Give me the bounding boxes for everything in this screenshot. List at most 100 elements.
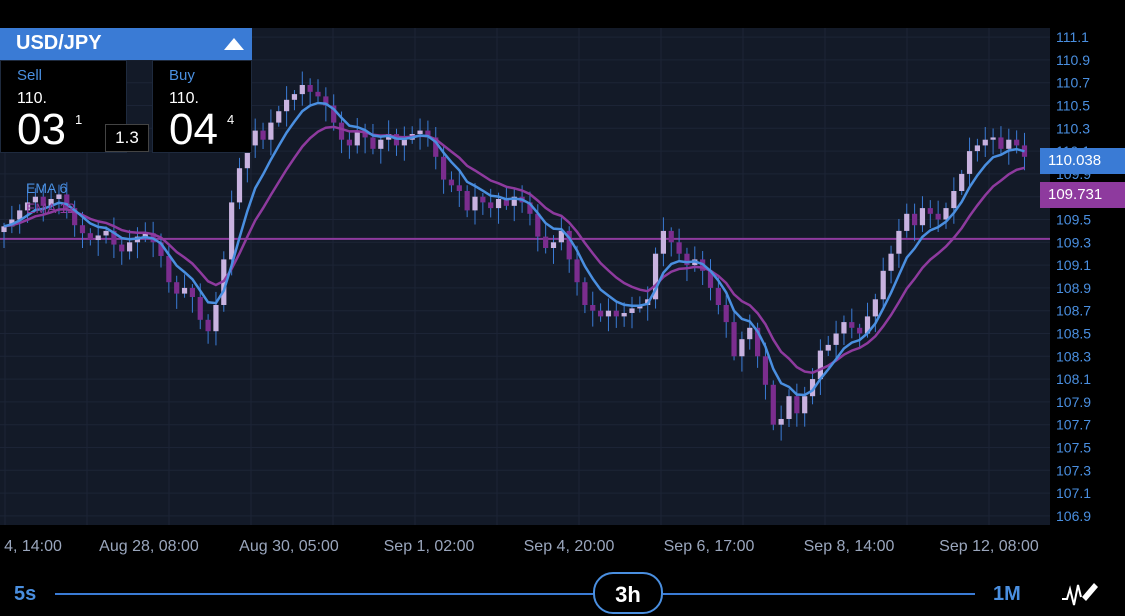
candle-body: [197, 297, 203, 320]
candle-body: [747, 327, 753, 340]
candle-body: [621, 312, 627, 317]
price-axis-label: 108.3: [1056, 348, 1091, 364]
candle-body: [998, 137, 1004, 149]
candle-body: [378, 139, 384, 149]
symbol-header[interactable]: USD/JPY: [0, 28, 252, 60]
candle-body: [896, 230, 902, 254]
candle-body: [543, 236, 549, 249]
time-axis-label: Sep 4, 20:00: [524, 538, 615, 555]
current-price-value: 110.038: [1048, 152, 1102, 169]
candle-body: [354, 130, 360, 146]
price-axis-label: 110.3: [1056, 120, 1090, 136]
candle-body: [888, 253, 894, 271]
price-axis-label: 109.1: [1056, 257, 1091, 273]
candle-body: [833, 333, 839, 345]
candle-body: [103, 230, 109, 236]
price-axis-label: 111.1: [1056, 29, 1089, 45]
candle-body: [660, 230, 666, 254]
candle-body: [912, 213, 918, 226]
price-axis-label: 109.3: [1056, 234, 1091, 250]
candle-body: [794, 396, 800, 414]
ema-fast-label: EMA 6: [26, 180, 68, 196]
timeframe-current-label: 3h: [615, 582, 641, 607]
time-axis-label: Sep 8, 14:00: [804, 538, 895, 555]
current-price-tag: 110.038: [1040, 148, 1125, 174]
candle-body: [338, 122, 345, 140]
candle-body: [166, 255, 172, 283]
candle-body: [488, 202, 494, 209]
timeframe-slider-track-left[interactable]: [55, 593, 593, 595]
candle-body: [291, 94, 298, 100]
time-axis-label: 4, 14:00: [4, 538, 62, 555]
buy-price-pip: 4: [227, 112, 235, 127]
timeframe-max-label[interactable]: 1M: [993, 583, 1021, 606]
buy-panel[interactable]: Buy 110. 04 4: [152, 60, 252, 153]
sell-price-big: 03: [17, 105, 66, 154]
candle-body: [441, 156, 447, 180]
candle-body: [715, 287, 721, 305]
candle-body: [346, 139, 352, 146]
candle-body: [1014, 139, 1020, 146]
candle-body: [613, 310, 619, 317]
candle-body: [472, 196, 478, 211]
price-axis-label: 108.1: [1056, 371, 1091, 387]
buy-price-big: 04: [169, 105, 218, 154]
candle-body: [974, 145, 980, 152]
sell-price-pip: 1: [75, 112, 83, 127]
timeframe-min-label[interactable]: 5s: [14, 583, 36, 606]
candle-body: [919, 208, 926, 226]
price-axis-label: 108.7: [1056, 303, 1091, 319]
price-axis-label: 110.9: [1056, 52, 1090, 68]
timeframe-slider-track-right[interactable]: [663, 593, 975, 595]
candle-body: [213, 304, 219, 332]
candle-body: [417, 130, 423, 135]
price-axis-label: 110.5: [1056, 98, 1090, 114]
candle-body: [762, 356, 769, 385]
candle-body: [299, 84, 305, 95]
candle-body: [189, 287, 195, 298]
candle-body: [786, 396, 792, 419]
candle-body: [260, 130, 266, 140]
candle-body: [79, 225, 86, 234]
price-axis-label: 107.7: [1056, 417, 1091, 433]
candle-body: [370, 137, 376, 149]
candle-body: [276, 111, 282, 123]
spread-value: 1.3: [105, 124, 149, 152]
time-axis-label: Aug 28, 08:00: [99, 538, 199, 555]
timeframe-slider-thumb[interactable]: 3h: [593, 572, 663, 614]
candle-body: [284, 99, 290, 112]
price-axis-label: 107.9: [1056, 394, 1091, 410]
candle-body: [236, 168, 243, 203]
candle-body: [668, 230, 674, 243]
price-axis-label: 110.7: [1056, 75, 1090, 91]
ema-slow-price-tag: 109.731: [1040, 182, 1125, 208]
time-axis-label: Aug 30, 05:00: [239, 538, 339, 555]
candle-body: [904, 213, 910, 231]
candle-body: [582, 282, 588, 305]
candle-body: [951, 191, 957, 209]
candle-body: [966, 151, 973, 174]
candle-body: [174, 282, 180, 294]
price-axis-label: 108.9: [1056, 280, 1091, 296]
candle-body: [1006, 139, 1012, 149]
candle-body: [943, 208, 949, 220]
drawing-tool-icon[interactable]: [1060, 577, 1100, 607]
candle-body: [456, 185, 462, 192]
candle-body: [802, 396, 808, 414]
candle-body: [723, 304, 729, 323]
candle-body: [598, 310, 604, 317]
candle-body: [959, 173, 965, 192]
candle-body: [268, 122, 274, 140]
candle-body: [990, 137, 996, 140]
candle-body: [127, 242, 133, 252]
candle-body: [629, 308, 635, 313]
ema-slow-label: EMA 12: [26, 200, 76, 216]
time-axis: 4, 14:00 Aug 28, 08:00 Aug 30, 05:00 Sep 1,…: [4, 538, 1039, 555]
candle-body: [857, 327, 863, 334]
candle-body: [872, 299, 878, 317]
candle-body: [731, 322, 737, 357]
symbol-name: USD/JPY: [16, 32, 102, 54]
candle-body: [849, 322, 855, 328]
ema-slow-price-value: 109.731: [1048, 186, 1103, 203]
collapse-arrow-icon[interactable]: [224, 38, 244, 50]
